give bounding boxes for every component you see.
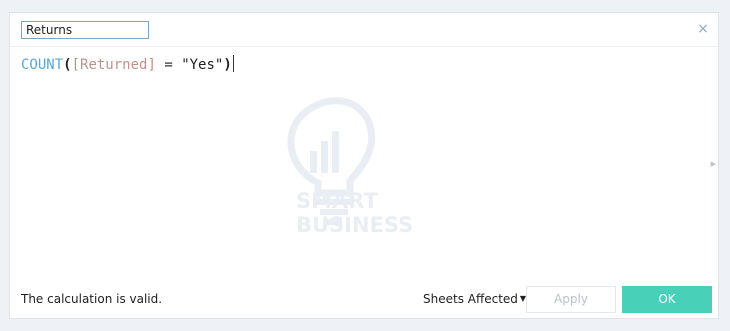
side-arrow-icon[interactable]: ▶ <box>711 160 716 168</box>
validation-status: The calculation is valid. <box>21 292 163 306</box>
formula-close-paren: ) <box>223 57 232 73</box>
formula-open-paren: ( <box>63 57 72 73</box>
formula-operator: = <box>155 57 182 73</box>
apply-button[interactable]: Apply <box>526 286 616 313</box>
formula-editor[interactable]: COUNT([Returned] = "Yes") <box>21 55 702 285</box>
text-caret <box>232 55 234 72</box>
calculation-dialog: × COUNT([Returned] = "Yes") SMART BUSINE… <box>9 12 719 319</box>
formula-function: COUNT <box>21 57 64 73</box>
sheets-affected-label: Sheets Affected <box>423 292 518 306</box>
ok-button[interactable]: OK <box>622 286 712 313</box>
formula-string: "Yes" <box>181 57 224 73</box>
calculation-name-input[interactable] <box>21 21 149 39</box>
sheets-affected-dropdown[interactable]: Sheets Affected ▼ <box>423 292 526 306</box>
close-icon[interactable]: × <box>696 22 710 36</box>
header-divider <box>10 46 718 47</box>
formula-field: [Returned] <box>71 57 156 73</box>
